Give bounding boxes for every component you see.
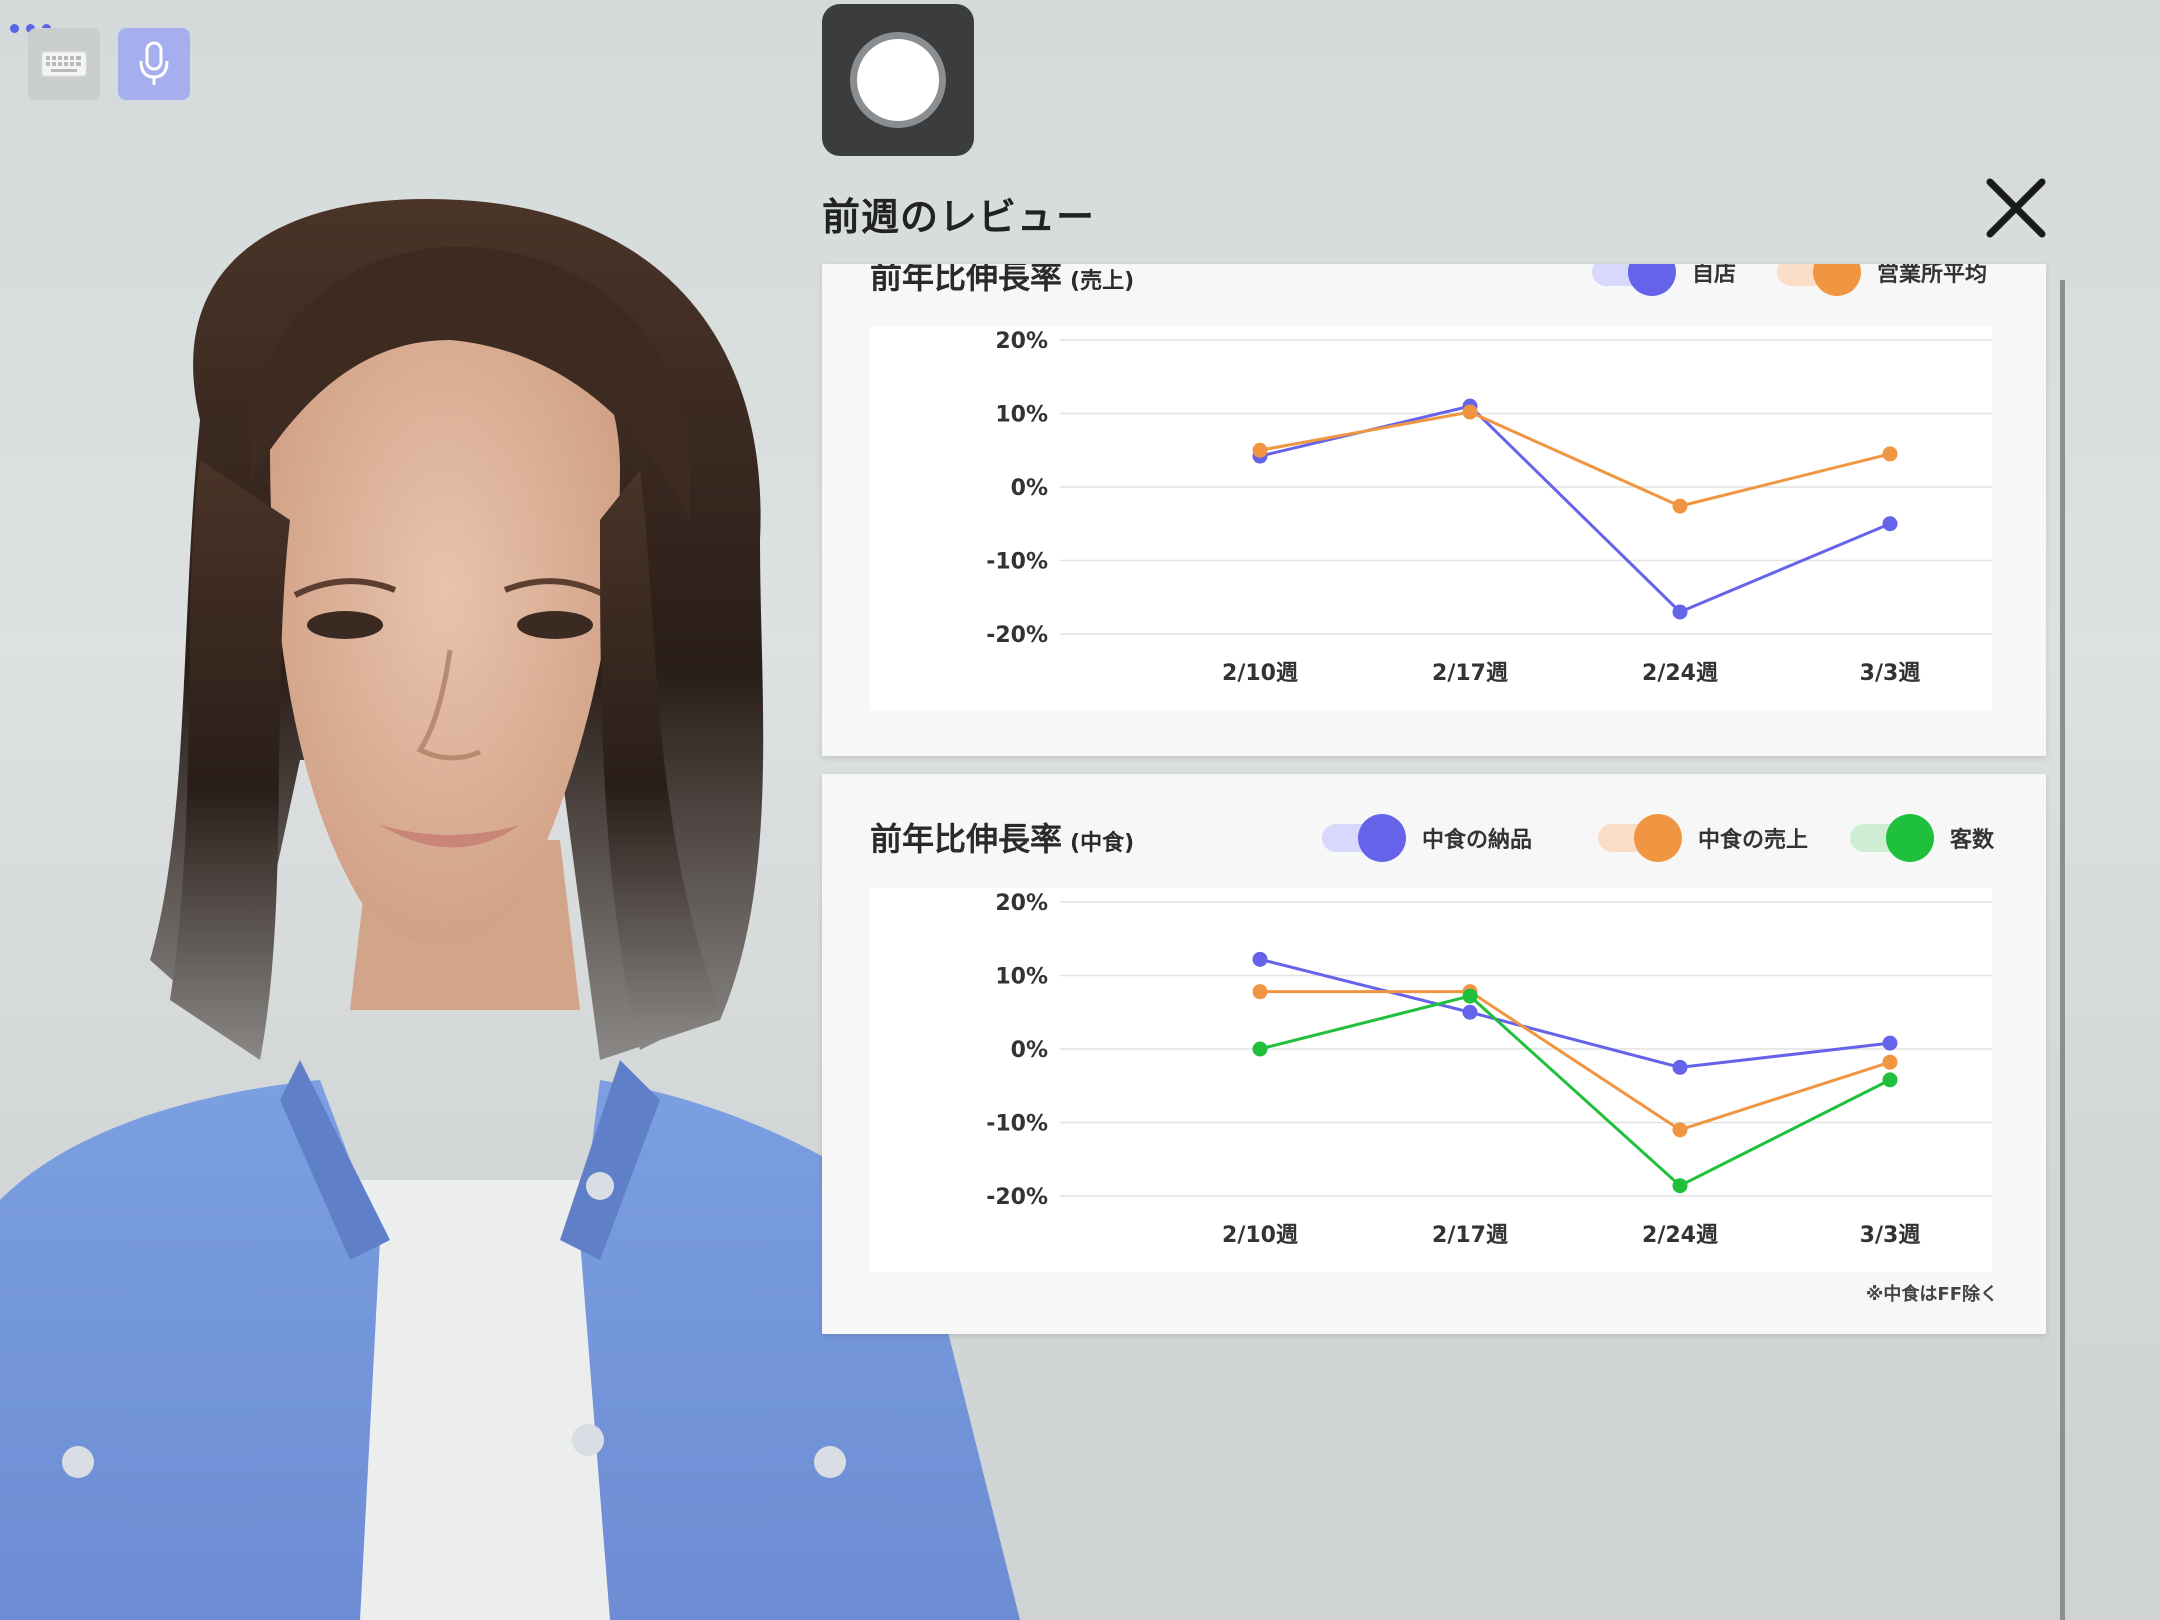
data-point[interactable]: [1882, 1072, 1898, 1088]
x-tick-label: 2/17週: [1432, 1223, 1508, 1248]
data-point[interactable]: [1672, 604, 1688, 620]
data-point[interactable]: [1672, 498, 1688, 514]
legend-toggle[interactable]: [1777, 264, 1861, 296]
x-tick-label: 2/10週: [1222, 661, 1298, 686]
legend-item-own-store[interactable]: 自店: [1592, 264, 1736, 296]
data-point[interactable]: [1882, 516, 1898, 532]
keyboard-button[interactable]: [28, 28, 100, 100]
series-line: [1259, 994, 1891, 1188]
y-tick-label: 10%: [995, 403, 1048, 428]
panel-title: 前週のレビュー: [822, 195, 1096, 239]
scrollbar[interactable]: [2060, 280, 2065, 1620]
legend-item-customers[interactable]: 客数: [1850, 814, 1994, 862]
y-tick-label: -10%: [986, 1112, 1048, 1137]
data-point[interactable]: [1462, 1004, 1478, 1020]
data-point[interactable]: [1252, 984, 1268, 1000]
data-point[interactable]: [1252, 1041, 1268, 1057]
data-point[interactable]: [1462, 404, 1478, 420]
legend-item-office-average[interactable]: 営業所平均: [1777, 264, 1987, 296]
x-tick-label: 2/17週: [1432, 661, 1508, 686]
x-tick-label: 3/3週: [1860, 661, 1921, 686]
y-tick-label: 20%: [995, 329, 1048, 354]
close-icon[interactable]: [1980, 172, 2052, 244]
legend-item-sales[interactable]: 中食の売上: [1598, 814, 1808, 862]
series-line: [1259, 404, 1891, 614]
x-tick-label: 2/10週: [1222, 1223, 1298, 1248]
y-tick-label: 20%: [995, 891, 1048, 916]
chart-footnote: ※中食はFF除く: [1865, 1284, 1998, 1305]
legend-item-delivery[interactable]: 中食の納品: [1322, 814, 1532, 862]
chart-plot-area: 20% 10% 0% -10% -20% 2/10週 2/17週 2/24週 3/3週: [870, 326, 1992, 710]
record-button[interactable]: [822, 4, 974, 156]
record-icon: [850, 32, 946, 128]
x-tick-label: 2/24週: [1642, 1223, 1718, 1248]
chart-plot-area: 20% 10% 0% -10% -20% 2/10週 2/17週 2/24週 3/3週: [870, 888, 1992, 1272]
series-line: [1259, 410, 1891, 508]
microphone-icon: [139, 41, 169, 85]
chart-title: 前年比伸長率 (売上): [870, 264, 1135, 296]
y-tick-label: -20%: [986, 623, 1048, 648]
data-point[interactable]: [1882, 446, 1898, 462]
x-tick-label: 2/24週: [1642, 661, 1718, 686]
y-tick-label: 0%: [1011, 1038, 1048, 1063]
series-line: [1260, 990, 1891, 1132]
data-point[interactable]: [1672, 1059, 1688, 1075]
x-tick-label: 3/3週: [1860, 1223, 1921, 1248]
data-point[interactable]: [1672, 1178, 1688, 1194]
y-tick-label: 0%: [1011, 476, 1048, 501]
line-chart-sales: 20% 10% 0% -10% -20% 2/10週 2/17週 2/24週 3/3週: [986, 329, 1992, 686]
legend-toggle[interactable]: [1592, 264, 1676, 296]
line-chart-prepared-food: 20% 10% 0% -10% -20% 2/10週 2/17週 2/24週 3/3週: [986, 891, 1992, 1248]
legend-toggle[interactable]: [1598, 814, 1682, 862]
chart-title: 前年比伸長率 (中食): [870, 820, 1135, 858]
keyboard-icon: [41, 51, 87, 77]
data-point[interactable]: [1462, 988, 1478, 1004]
data-point[interactable]: [1882, 1054, 1898, 1070]
legend-toggle[interactable]: [1322, 814, 1406, 862]
data-point[interactable]: [1882, 1035, 1898, 1051]
y-tick-label: -20%: [986, 1185, 1048, 1210]
chart-card-sales: 前年比伸長率 (売上) 自店 営業所平均 20% 10% 0% -10% -20% 2/10…: [822, 264, 2046, 756]
y-tick-label: -10%: [986, 550, 1048, 575]
legend-toggle[interactable]: [1850, 814, 1934, 862]
data-point[interactable]: [1252, 951, 1268, 967]
y-tick-label: 10%: [995, 965, 1048, 990]
data-point[interactable]: [1672, 1122, 1688, 1138]
data-point[interactable]: [1252, 442, 1268, 458]
microphone-button[interactable]: [118, 28, 190, 100]
chart-card-prepared-food: 前年比伸長率 (中食) 中食の納品 中食の売上 客数 20% 10% 0% -10% -2…: [822, 774, 2046, 1334]
